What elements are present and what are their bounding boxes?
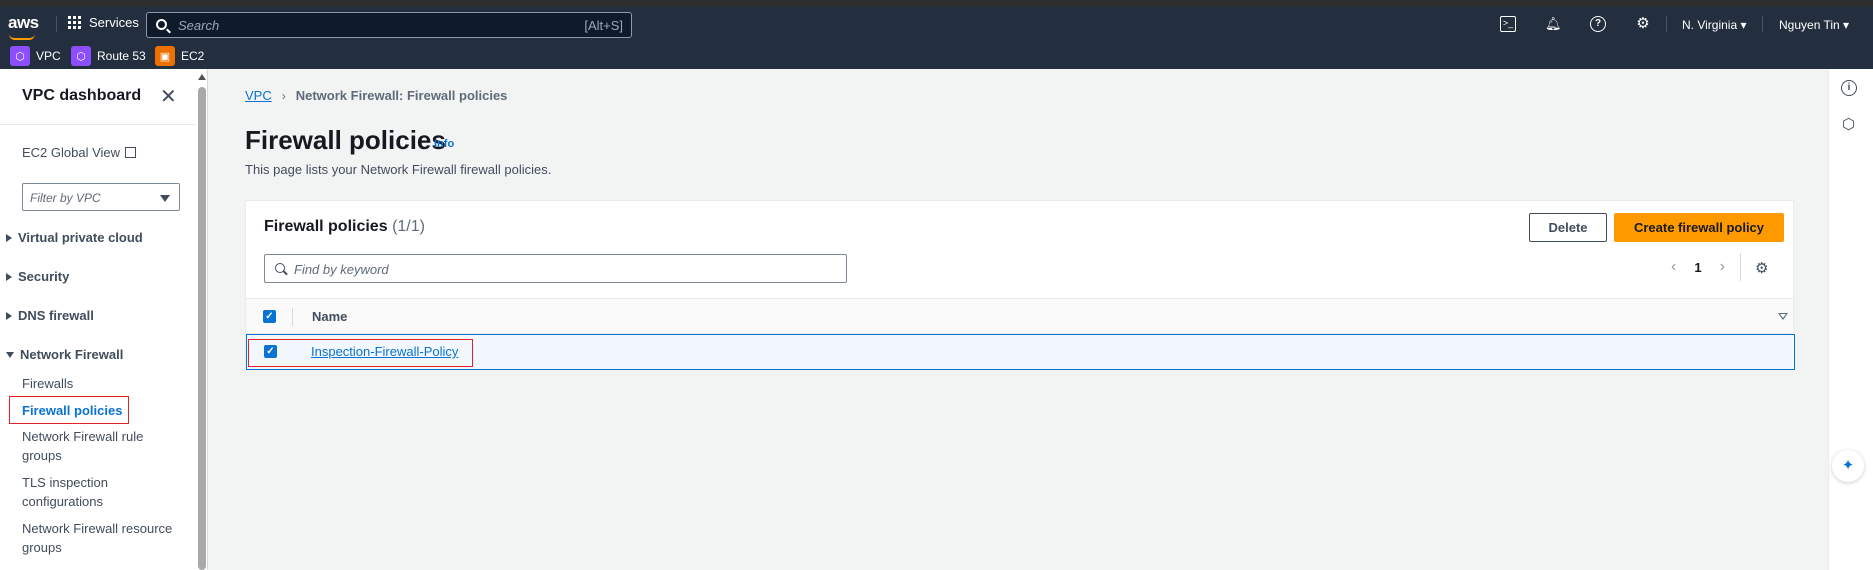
favorite-vpc-label: VPC bbox=[36, 49, 61, 63]
sidebar-item-resource-groups[interactable]: Network Firewall resource groups bbox=[22, 519, 182, 557]
search-placeholder: Search bbox=[178, 18, 220, 33]
chevron-right-icon[interactable]: › bbox=[1720, 258, 1725, 276]
services-menu-button[interactable]: Services bbox=[68, 15, 139, 30]
caret-down-icon bbox=[6, 351, 14, 358]
sidebar-title[interactable]: VPC dashboard bbox=[22, 87, 141, 105]
nav-divider bbox=[1666, 16, 1667, 32]
favorite-ec2[interactable]: ▣ EC2 bbox=[155, 46, 204, 66]
notifications-bell-icon[interactable]: 🔔︎ bbox=[1545, 16, 1562, 32]
table-count: (1/1) bbox=[392, 218, 425, 235]
ec2-service-icon: ▣ bbox=[155, 46, 175, 66]
main-content: VPC › Network Firewall: Firewall policie… bbox=[208, 69, 1828, 570]
external-link-icon bbox=[125, 147, 137, 158]
filter-by-vpc-placeholder: Filter by VPC bbox=[30, 191, 101, 205]
sidebar-section-dns-firewall[interactable]: DNS firewall bbox=[6, 308, 94, 323]
favorites-bar: ⬡ VPC ⬡ Route 53 ▣ EC2 bbox=[0, 43, 1873, 69]
settings-gear-icon[interactable]: ⚙ bbox=[1635, 16, 1651, 32]
amazon-q-assistant-icon[interactable]: ✦ bbox=[1832, 450, 1864, 482]
favorite-vpc[interactable]: ⬡ VPC bbox=[10, 46, 61, 66]
sidebar-section-virtual-private-cloud[interactable]: Virtual private cloud bbox=[6, 230, 143, 245]
page-number[interactable]: 1 bbox=[1694, 260, 1701, 275]
table-title: Firewall policies bbox=[264, 218, 388, 235]
sidebar-link-ec2-global-view[interactable]: EC2 Global View bbox=[22, 145, 137, 160]
caret-right-icon bbox=[6, 272, 12, 281]
sidebar-section-network-firewall[interactable]: Network Firewall bbox=[6, 347, 123, 362]
vpc-sidebar: VPC dashboard ✕ EC2 Global View Filter b… bbox=[0, 69, 196, 570]
section-label: Network Firewall bbox=[20, 347, 124, 362]
breadcrumb-vpc-link[interactable]: VPC bbox=[245, 88, 272, 103]
sort-icon[interactable] bbox=[1778, 313, 1788, 320]
caret-right-icon bbox=[6, 311, 12, 320]
breadcrumb-current: Network Firewall: Firewall policies bbox=[295, 88, 508, 103]
search-icon bbox=[275, 263, 285, 273]
table-preferences-gear-icon[interactable]: ⚙ bbox=[1755, 259, 1768, 277]
services-label: Services bbox=[89, 15, 139, 30]
account-menu[interactable]: Nguyen Tin ▾ bbox=[1779, 18, 1849, 32]
pagination-divider bbox=[1740, 253, 1741, 281]
right-utility-rail: i ⬡ bbox=[1828, 69, 1873, 570]
aws-logo[interactable]: aws bbox=[8, 13, 39, 33]
breadcrumb: VPC › Network Firewall: Firewall policie… bbox=[245, 88, 507, 103]
hexagon-settings-icon[interactable]: ⬡ bbox=[1842, 115, 1855, 133]
aws-logo-smile bbox=[9, 34, 35, 40]
chevron-left-icon[interactable]: ‹ bbox=[1671, 258, 1676, 276]
search-shortcut-hint: [Alt+S] bbox=[584, 18, 623, 33]
section-label: Security bbox=[18, 269, 70, 284]
create-firewall-policy-button[interactable]: Create firewall policy bbox=[1614, 213, 1784, 242]
page-title: Firewall policies bbox=[245, 125, 446, 155]
favorite-route53[interactable]: ⬡ Route 53 bbox=[71, 46, 146, 66]
help-icon[interactable]: ? bbox=[1590, 16, 1606, 32]
delete-button[interactable]: Delete bbox=[1529, 213, 1607, 242]
region-selector[interactable]: N. Virginia ▾ bbox=[1682, 18, 1747, 32]
section-label: Virtual private cloud bbox=[18, 230, 143, 245]
find-placeholder: Find by keyword bbox=[294, 262, 389, 277]
nav-divider bbox=[1762, 16, 1763, 32]
favorite-ec2-label: EC2 bbox=[181, 49, 205, 63]
info-panel-icon[interactable]: i bbox=[1841, 80, 1857, 96]
table-header-title: Firewall policies (1/1) bbox=[264, 218, 425, 236]
aws-top-navigation: aws Services Search [Alt+S] >_ 🔔︎ ? ⚙ N.… bbox=[0, 7, 1873, 69]
sidebar-highlight-box bbox=[9, 396, 129, 424]
column-header-name[interactable]: Name bbox=[312, 309, 347, 324]
page-description: This page lists your Network Firewall fi… bbox=[245, 162, 552, 177]
vpc-service-icon: ⬡ bbox=[10, 46, 30, 66]
grid-icon bbox=[68, 16, 81, 29]
row-highlight-box bbox=[248, 339, 473, 367]
sidebar-divider bbox=[0, 124, 196, 125]
pagination: ‹ 1 › bbox=[1671, 258, 1725, 276]
info-link[interactable]: Info bbox=[434, 138, 454, 150]
window-top-strip bbox=[0, 0, 1873, 7]
close-icon[interactable]: ✕ bbox=[160, 87, 177, 107]
filter-by-vpc-select[interactable]: Filter by VPC bbox=[22, 183, 180, 211]
nav-divider bbox=[56, 16, 57, 32]
firewall-policies-table-container: Firewall policies (1/1) Delete Create fi… bbox=[245, 200, 1795, 370]
scrollbar-thumb[interactable] bbox=[198, 87, 206, 570]
select-all-checkbox[interactable]: ✓ bbox=[263, 310, 276, 323]
table-header-row: ✓ Name bbox=[246, 298, 1793, 334]
sidebar-item-firewalls[interactable]: Firewalls bbox=[22, 374, 182, 393]
top-nav-primary-row: aws Services Search [Alt+S] >_ 🔔︎ ? ⚙ N.… bbox=[0, 7, 1873, 41]
sidebar-item-tls-inspection[interactable]: TLS inspection configurations bbox=[22, 473, 182, 511]
sidebar-item-rule-groups[interactable]: Network Firewall rule groups bbox=[22, 427, 182, 465]
global-search-input[interactable]: Search [Alt+S] bbox=[146, 12, 632, 38]
caret-down-icon bbox=[160, 195, 170, 202]
search-icon bbox=[156, 19, 167, 30]
sidebar-scrollbar[interactable] bbox=[196, 69, 207, 570]
table-row[interactable]: ✓ Inspection-Firewall-Policy bbox=[246, 334, 1795, 370]
caret-right-icon bbox=[6, 233, 12, 242]
route53-service-icon: ⬡ bbox=[71, 46, 91, 66]
find-by-keyword-input[interactable]: Find by keyword bbox=[264, 254, 847, 283]
column-divider bbox=[292, 308, 293, 326]
ec2-global-view-label: EC2 Global View bbox=[22, 145, 121, 160]
chevron-right-icon: › bbox=[281, 88, 286, 103]
section-label: DNS firewall bbox=[18, 308, 94, 323]
sidebar-section-security[interactable]: Security bbox=[6, 269, 69, 284]
scroll-up-icon[interactable] bbox=[198, 74, 206, 80]
cloudshell-icon[interactable]: >_ bbox=[1500, 16, 1516, 32]
favorite-route53-label: Route 53 bbox=[97, 49, 146, 63]
